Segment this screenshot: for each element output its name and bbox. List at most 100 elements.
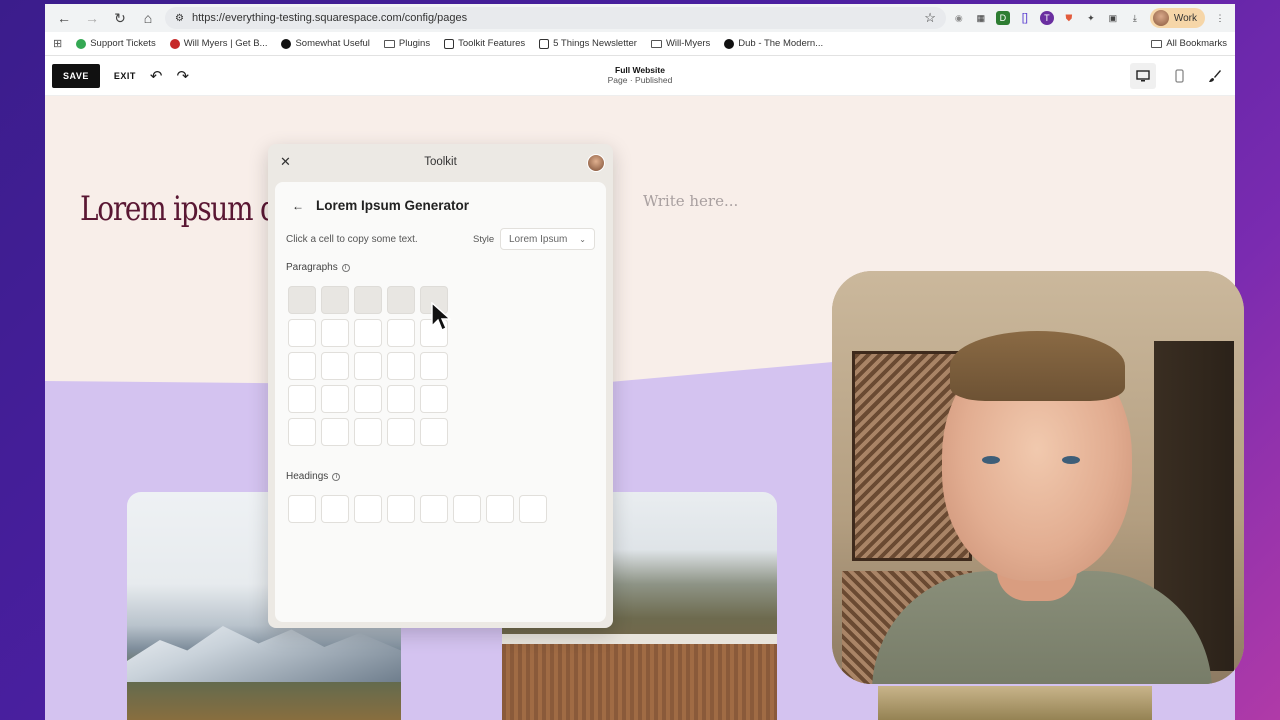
paragraph-cell[interactable] bbox=[321, 418, 349, 446]
bookmark-toolkit-features[interactable]: Toolkit Features bbox=[444, 38, 525, 49]
style-label: Style bbox=[473, 234, 495, 245]
notion-icon bbox=[539, 38, 550, 49]
paragraph-cell[interactable] bbox=[387, 319, 415, 347]
chevron-down-icon: ⌄ bbox=[579, 234, 586, 244]
paragraph-cell[interactable] bbox=[420, 385, 448, 413]
site-styles-brush-icon[interactable] bbox=[1202, 63, 1228, 89]
presenter-eye bbox=[1062, 456, 1080, 464]
presenter-eye bbox=[982, 456, 1000, 464]
address-bar[interactable]: ⚙ https://everything-testing.squarespace… bbox=[165, 7, 946, 29]
camera-extension-icon[interactable]: ◉ bbox=[952, 11, 966, 25]
style-select[interactable]: Lorem Ipsum ⌄ bbox=[500, 228, 595, 250]
bookmark-label: Will-Myers bbox=[665, 38, 711, 49]
profile-chip[interactable]: Work bbox=[1149, 8, 1205, 28]
info-icon[interactable]: i bbox=[341, 263, 350, 272]
heading-cell[interactable] bbox=[519, 495, 547, 523]
bookmark-will-myers[interactable]: Will Myers | Get B... bbox=[169, 38, 268, 49]
home-icon[interactable]: ⌂ bbox=[137, 7, 159, 29]
folder-icon bbox=[650, 39, 662, 48]
paragraph-cell[interactable] bbox=[354, 385, 382, 413]
paragraph-cell[interactable] bbox=[387, 352, 415, 380]
all-bookmarks[interactable]: All Bookmarks bbox=[1151, 38, 1227, 49]
paragraph-cell[interactable] bbox=[354, 352, 382, 380]
bookmark-dub[interactable]: Dub - The Modern... bbox=[724, 38, 823, 49]
paragraph-cell[interactable] bbox=[420, 352, 448, 380]
forward-icon[interactable]: → bbox=[81, 7, 103, 29]
redo-icon[interactable]: ↷ bbox=[176, 67, 189, 85]
folder-icon bbox=[1151, 39, 1163, 48]
all-bookmarks-label: All Bookmarks bbox=[1166, 38, 1227, 49]
bookmark-will-myers-folder[interactable]: Will-Myers bbox=[650, 38, 711, 49]
paragraph-cell[interactable] bbox=[288, 286, 316, 314]
menu-icon[interactable]: ⋮ bbox=[1213, 11, 1227, 25]
save-button[interactable]: SAVE bbox=[52, 63, 100, 88]
mobile-view-icon[interactable] bbox=[1166, 63, 1192, 89]
style-select-value: Lorem Ipsum bbox=[509, 233, 568, 245]
bookmark-label: Toolkit Features bbox=[458, 38, 526, 49]
bookmark-5-things[interactable]: 5 Things Newsletter bbox=[539, 38, 637, 49]
bookmark-label: Will Myers | Get B... bbox=[183, 38, 268, 49]
headings-label: Headings bbox=[286, 471, 329, 482]
heading-cell[interactable] bbox=[288, 495, 316, 523]
bookmark-label: Dub - The Modern... bbox=[738, 38, 824, 49]
paragraph-cell[interactable] bbox=[288, 418, 316, 446]
paragraph-cell[interactable] bbox=[354, 286, 382, 314]
bookmark-plugins[interactable]: Plugins bbox=[383, 38, 430, 49]
page-title-block: Full Website Page · Published bbox=[45, 65, 1235, 85]
puzzle-extension-icon[interactable]: ✦ bbox=[1084, 11, 1098, 25]
heading-grid bbox=[288, 495, 547, 523]
info-icon[interactable]: i bbox=[332, 472, 341, 481]
paragraph-cell[interactable] bbox=[321, 352, 349, 380]
toolkit-title: Toolkit bbox=[424, 156, 457, 168]
hero-heading[interactable]: Lorem ipsum do bbox=[80, 189, 293, 229]
paragraph-cell[interactable] bbox=[288, 319, 316, 347]
paragraph-cell[interactable] bbox=[321, 385, 349, 413]
heading-cell[interactable] bbox=[486, 495, 514, 523]
shield-extension-icon[interactable]: ⛊ bbox=[1062, 11, 1076, 25]
paragraph-cell[interactable] bbox=[288, 352, 316, 380]
bookmark-somewhat-useful[interactable]: Somewhat Useful bbox=[281, 38, 370, 49]
paragraph-cell[interactable] bbox=[321, 286, 349, 314]
paragraph-cell[interactable] bbox=[387, 385, 415, 413]
bookmark-label: Support Tickets bbox=[90, 38, 156, 49]
grass-photo[interactable] bbox=[878, 686, 1152, 720]
bracket-extension-icon[interactable]: [] bbox=[1018, 11, 1032, 25]
heading-cell[interactable] bbox=[453, 495, 481, 523]
heading-cell[interactable] bbox=[354, 495, 382, 523]
media-icon[interactable]: ▣ bbox=[1106, 11, 1120, 25]
paragraph-cell[interactable] bbox=[321, 319, 349, 347]
back-arrow-icon[interactable]: ← bbox=[292, 199, 304, 213]
exit-button[interactable]: EXIT bbox=[114, 71, 136, 81]
bookmark-favicon-icon bbox=[281, 38, 292, 49]
text-placeholder[interactable]: Write here... bbox=[643, 192, 738, 210]
apps-icon[interactable]: ⊞ bbox=[53, 37, 62, 50]
heading-cell[interactable] bbox=[420, 495, 448, 523]
paragraphs-label: Paragraphs bbox=[286, 262, 338, 273]
reload-icon[interactable]: ↻ bbox=[109, 7, 131, 29]
mouse-cursor-icon bbox=[431, 302, 451, 331]
paragraph-cell[interactable] bbox=[387, 286, 415, 314]
bookmark-star-icon[interactable]: ☆ bbox=[924, 10, 936, 26]
heading-cell[interactable] bbox=[321, 495, 349, 523]
avatar[interactable] bbox=[587, 154, 605, 172]
paragraph-cell[interactable] bbox=[288, 385, 316, 413]
site-settings-icon[interactable]: ⚙ bbox=[175, 13, 184, 24]
headings-label-block: Headings i bbox=[286, 471, 341, 482]
paragraph-cell[interactable] bbox=[354, 319, 382, 347]
bookmark-support-tickets[interactable]: Support Tickets bbox=[76, 38, 156, 49]
grid-extension-icon[interactable]: ▦ bbox=[974, 11, 988, 25]
paragraph-cell[interactable] bbox=[354, 418, 382, 446]
page-status: Page · Published bbox=[607, 75, 673, 85]
desktop-view-icon[interactable] bbox=[1130, 62, 1156, 89]
dis-extension-icon[interactable]: D bbox=[995, 11, 1010, 25]
profile-label: Work bbox=[1173, 12, 1197, 24]
t-extension-icon[interactable]: T bbox=[1039, 11, 1054, 25]
paragraph-cell[interactable] bbox=[387, 418, 415, 446]
undo-icon[interactable]: ↶ bbox=[150, 67, 163, 85]
download-icon[interactable]: ⤓ bbox=[1128, 11, 1142, 25]
close-icon[interactable]: ✕ bbox=[280, 154, 291, 170]
paragraph-cell[interactable] bbox=[420, 418, 448, 446]
page-title: Full Website bbox=[615, 65, 665, 75]
heading-cell[interactable] bbox=[387, 495, 415, 523]
back-icon[interactable]: ← bbox=[53, 7, 75, 29]
